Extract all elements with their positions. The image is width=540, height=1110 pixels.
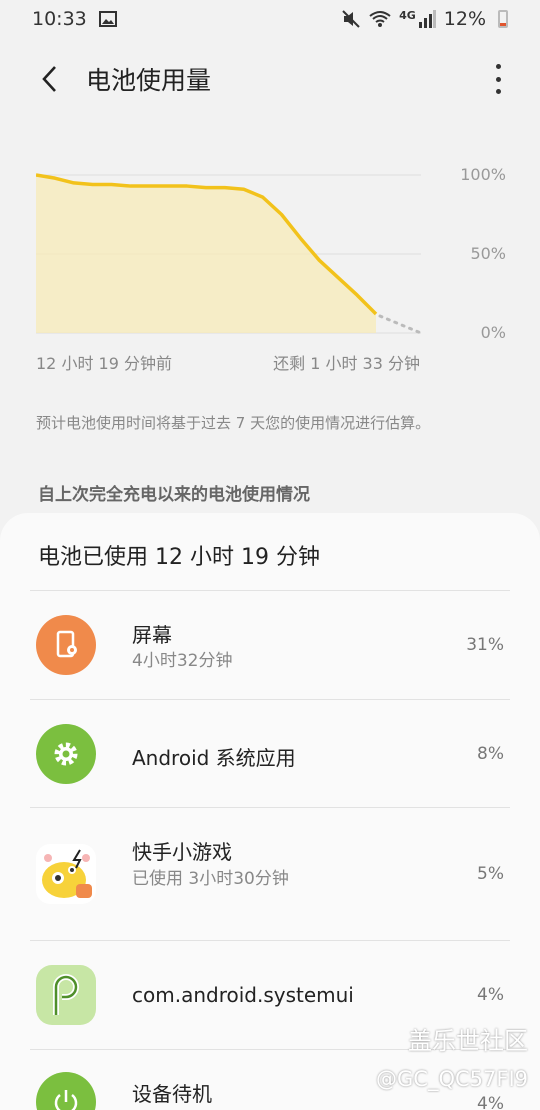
status-time: 10:33 xyxy=(32,8,87,30)
battery-projection-line xyxy=(378,314,423,335)
gear-icon xyxy=(36,724,96,784)
x-axis-end-label: 还剩 1 小时 33 分钟 xyxy=(273,354,420,373)
android-p-icon xyxy=(36,965,96,1025)
watermark: 盖乐世社区 @GC_QC57FI9 xyxy=(376,1022,528,1098)
item-name: 快手小游戏 xyxy=(132,840,232,864)
battery-icon xyxy=(498,10,508,28)
x-axis-start-label: 12 小时 19 分钟前 xyxy=(36,354,172,373)
status-bar: 10:33 4G 12% xyxy=(0,0,540,38)
watermark-line: 盖乐世社区 xyxy=(408,1027,528,1055)
power-icon xyxy=(36,1072,96,1110)
estimate-note: 预计电池使用时间将基于过去 7 天您的使用情况进行估算。 xyxy=(36,414,431,432)
list-item-android-system[interactable]: Android 系统应用 8% xyxy=(30,699,510,807)
y-tick-label: 100% xyxy=(460,165,506,184)
more-dot xyxy=(495,89,501,94)
more-dot xyxy=(495,64,501,69)
back-arrow-icon xyxy=(42,66,56,92)
signal-icon xyxy=(418,10,436,28)
image-icon xyxy=(98,11,117,27)
item-name: 设备待机 xyxy=(132,1082,212,1106)
battery-chart: 100% 50% 0% xyxy=(36,165,506,345)
item-sub: 已使用 3小时30分钟 xyxy=(132,869,289,889)
battery-percent: 12% xyxy=(443,8,486,30)
network-type: 4G xyxy=(399,8,416,22)
item-percent: 31% xyxy=(466,635,504,655)
kuaishou-game-icon xyxy=(36,844,96,904)
back-button[interactable] xyxy=(20,49,80,109)
item-percent: 8% xyxy=(477,744,504,764)
usage-card-title: 电池已使用 12 小时 19 分钟 xyxy=(38,545,320,570)
app-header: 电池使用量 xyxy=(0,48,540,110)
item-name: Android 系统应用 xyxy=(132,746,296,770)
section-label: 自上次完全充电以来的电池使用情况 xyxy=(38,485,310,505)
mute-icon xyxy=(342,10,360,28)
item-name: 屏幕 xyxy=(132,623,172,647)
y-tick-label: 50% xyxy=(470,244,506,263)
list-item-kuaishou-games[interactable]: 快手小游戏 已使用 3小时30分钟 5% xyxy=(30,807,510,940)
list-item-screen[interactable]: 屏幕 4小时32分钟 31% xyxy=(30,590,510,699)
more-dot xyxy=(495,76,501,82)
watermark-line: @GC_QC57FI9 xyxy=(376,1067,528,1091)
item-sub: 4小时32分钟 xyxy=(132,651,233,671)
more-options-button[interactable] xyxy=(486,64,510,94)
y-tick-label: 0% xyxy=(480,323,506,342)
item-percent: 5% xyxy=(477,864,504,884)
page-title: 电池使用量 xyxy=(86,66,212,95)
wifi-icon xyxy=(369,11,391,27)
status-icons: 4G 12% xyxy=(341,8,508,30)
usage-card: 电池已使用 12 小时 19 分钟 屏幕 4小时32分钟 31% Android… xyxy=(0,513,540,1110)
screen-brightness-icon xyxy=(36,615,96,675)
item-name: com.android.systemui xyxy=(132,983,354,1007)
item-percent: 4% xyxy=(477,985,504,1005)
